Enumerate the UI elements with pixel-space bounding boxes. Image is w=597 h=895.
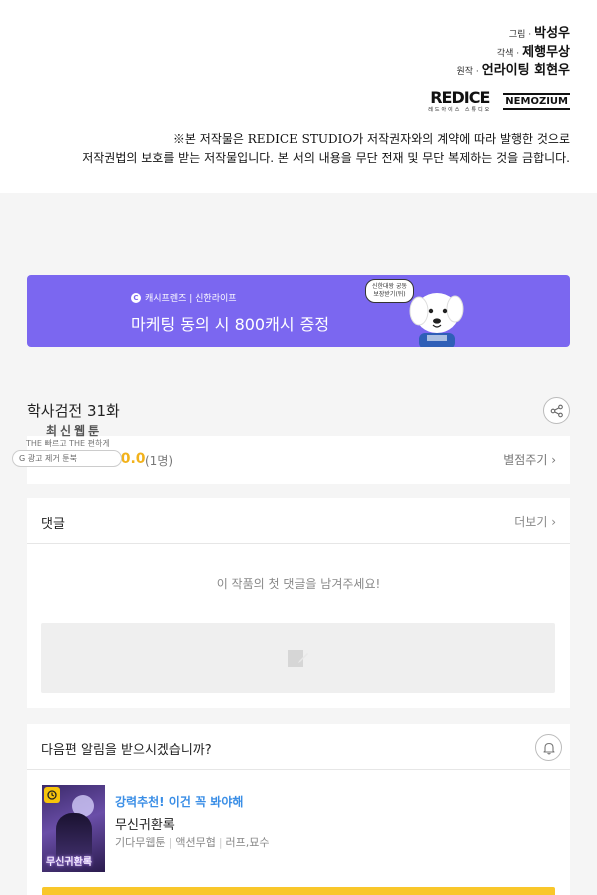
clock-icon: [44, 787, 60, 803]
comment-input[interactable]: [41, 623, 555, 693]
credit-name: 제행무상: [522, 45, 570, 60]
banner-sponsor-text: 캐시프렌즈 | 신한라이프: [145, 294, 237, 304]
comment-title: 댓글: [41, 517, 65, 532]
thumb-title: 무신귀환록: [46, 857, 92, 868]
bell-icon: [542, 742, 555, 754]
badge-title: 최신웹툰: [46, 424, 103, 438]
floating-app-badge[interactable]: 최신웹툰 THE 빠르고 THE 편하게 G 광고 제거 툰북: [12, 422, 124, 470]
meta-item: 러프,묘수: [225, 836, 270, 849]
next-episode-button[interactable]: [42, 887, 555, 895]
credit-adaptation: 각색 · 제행무상: [497, 41, 570, 60]
notify-header: 다음편 알림을 받으시겠습니까?: [27, 724, 570, 770]
episode-title: 학사검전 31화: [27, 402, 120, 420]
credit-illustrator: 그림 · 박성우: [509, 22, 570, 41]
redice-logo-text: REDICE: [430, 88, 490, 107]
badge-pill-text: G 광고 제거 툰북: [19, 454, 77, 463]
ad-banner[interactable]: C 캐시프렌즈 | 신한라이프 마케팅 동의 시 800캐시 증정 신한대왕 궁…: [27, 275, 570, 347]
credit-role: 각색 ·: [496, 49, 520, 59]
cashfriends-icon: C: [131, 292, 141, 303]
banner-headline: 마케팅 동의 시 800캐시 증정: [131, 315, 330, 334]
meta-item: 기다무웹툰: [115, 836, 166, 849]
badge-subtitle: THE 빠르고 THE 편하게: [26, 439, 110, 448]
banner-sponsor: C 캐시프렌즈 | 신한라이프: [131, 291, 237, 304]
credits-section: 그림 · 박성우 각색 · 제행무상 원작 · 언라이팅 회현우 REDICE 레드아…: [0, 0, 597, 193]
recommend-thumbnail[interactable]: 무신귀환록: [42, 785, 105, 872]
recommend-tag: 강력추천! 이건 꼭 봐야해: [115, 795, 244, 809]
nemozium-logo: NEMOZIUM: [503, 93, 570, 110]
publisher-logos: REDICE 레드아이스 스튜디오 NEMOZIUM: [428, 90, 570, 113]
redice-logo-subtext: 레드아이스 스튜디오: [428, 107, 492, 113]
notify-section: 다음편 알림을 받으시겠습니까? 무신귀환록 강력추천! 이건 꼭 봐야해 무신…: [27, 724, 570, 895]
redice-logo: REDICE 레드아이스 스튜디오: [428, 88, 492, 114]
write-comment-icon: [288, 650, 308, 667]
recommend-title[interactable]: 무신귀환록: [115, 814, 175, 833]
comment-section: 댓글 더보기 › 이 작품의 첫 댓글을 남겨주세요!: [27, 498, 570, 708]
dog-mascot-icon: [409, 293, 464, 347]
notify-bell-button[interactable]: [535, 734, 562, 761]
credit-role: 그림 ·: [508, 30, 532, 40]
copyright-line-2: 저작권법의 보호를 받는 저작물입니다. 본 서의 내용을 무단 전재 및 무단…: [82, 151, 570, 165]
badge-pill[interactable]: G 광고 제거 툰북: [12, 450, 122, 467]
credit-name: 박성우: [534, 26, 570, 41]
copyright-line-1: ※본 저작물은 REDICE STUDIO가 저작권자와의 계약에 따라 발행한…: [172, 132, 570, 146]
copyright-notice: ※본 저작물은 REDICE STUDIO가 저작권자와의 계약에 따라 발행한…: [10, 130, 570, 168]
share-icon: [550, 404, 563, 417]
recommend-meta: 기다무웹툰 | 액션무협 | 러프,묘수: [115, 836, 270, 849]
credit-role: 원작 ·: [456, 67, 479, 77]
credit-name: 언라이팅 회현우: [481, 63, 570, 78]
comment-empty-message: 이 작품의 첫 댓글을 남겨주세요!: [216, 577, 381, 591]
notify-question: 다음편 알림을 받으시겠습니까?: [41, 743, 212, 758]
comment-header: 댓글 더보기 ›: [27, 498, 570, 544]
meta-item: 액션무협: [175, 836, 216, 849]
rating-count: (1명): [145, 454, 174, 468]
comment-more-link[interactable]: 더보기 ›: [514, 513, 556, 530]
share-button[interactable]: [543, 397, 570, 424]
rate-button[interactable]: 별점주기 ›: [503, 451, 556, 468]
credit-original: 원작 · 언라이팅 회현우: [456, 59, 570, 78]
